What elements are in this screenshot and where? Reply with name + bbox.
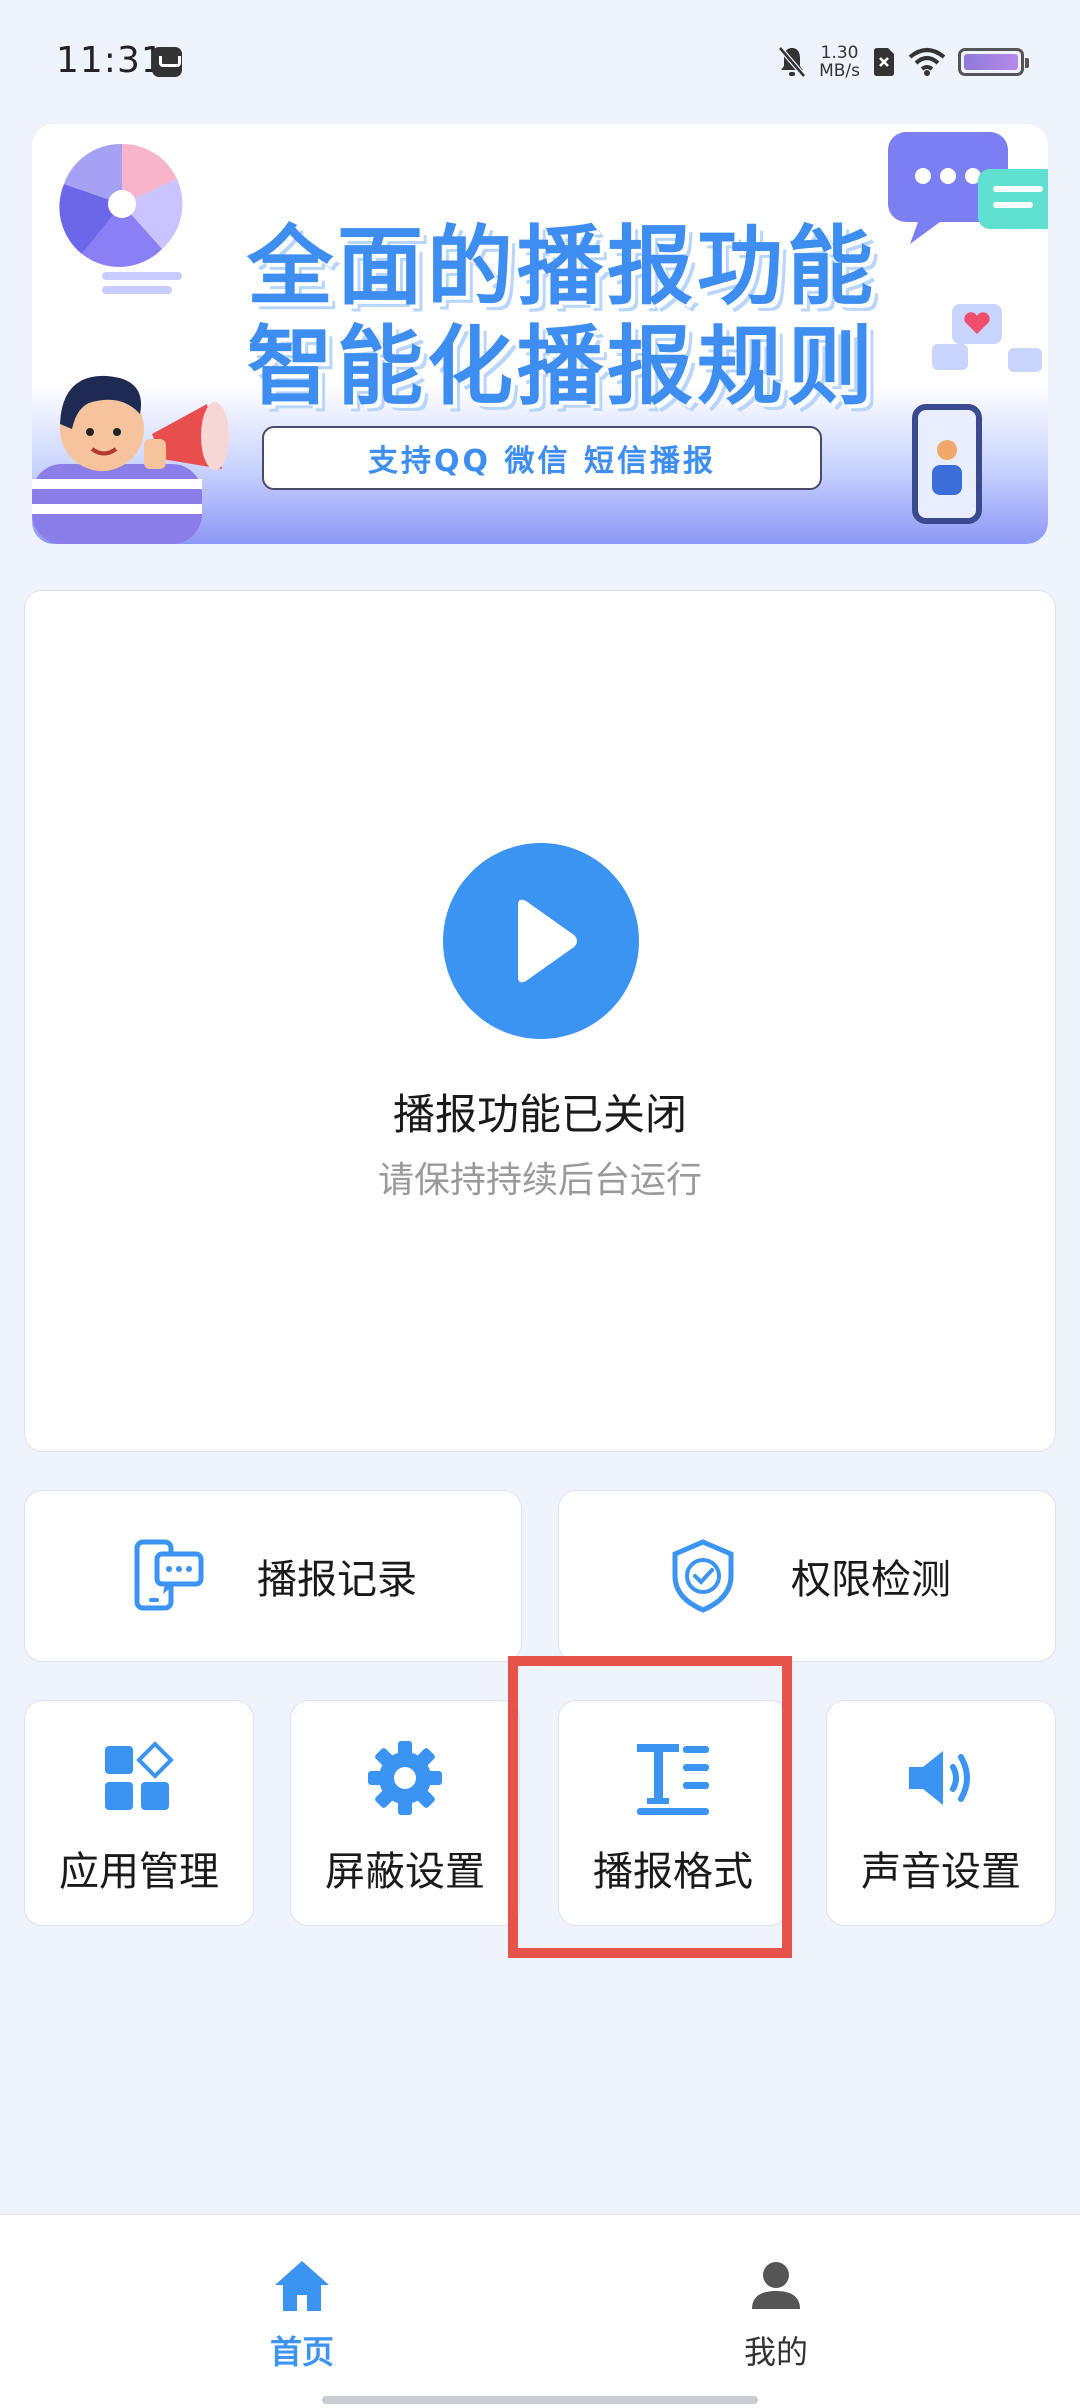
- network-speed-unit: MB/s: [819, 61, 860, 81]
- nav-home-label: 首页: [269, 2333, 334, 2371]
- battery-icon: [958, 48, 1029, 76]
- home-icon: [202, 2257, 402, 2315]
- shield-check-icon: [663, 1536, 743, 1616]
- fan-illustration: [59, 143, 183, 294]
- block-settings-button[interactable]: 屏蔽设置: [290, 1700, 520, 1926]
- sound-settings-button[interactable]: 声音设置: [826, 1700, 1056, 1926]
- megaphone-character-illustration: [32, 375, 229, 544]
- broadcast-log-button[interactable]: 播报记录: [24, 1490, 522, 1662]
- bell-muted-icon: [778, 46, 806, 78]
- home-indicator[interactable]: [322, 2396, 758, 2404]
- wifi-icon: [908, 48, 946, 76]
- nav-mine-label: 我的: [743, 2333, 808, 2371]
- status-bar: 11:31 1.30 MB/s: [0, 0, 1080, 124]
- banner-headline-2: 智能化播报规则: [247, 317, 877, 417]
- chat-phone-icon: [129, 1536, 209, 1616]
- banner-tagline: 支持QQ 微信 短信播报: [262, 426, 822, 490]
- screen: 11:31 1.30 MB/s 全面的播报功能 智能化播报规则 支持QQ 微信 …: [0, 0, 1080, 2408]
- nav-home-tab[interactable]: 首页: [202, 2257, 402, 2371]
- app-management-label: 应用管理: [59, 1849, 219, 1895]
- apps-grid-icon: [25, 1739, 253, 1817]
- broadcast-status-card: 播报功能已关闭 请保持持续后台运行: [24, 590, 1056, 1452]
- status-time: 11:31: [56, 40, 165, 81]
- nav-mine-tab[interactable]: 我的: [676, 2257, 876, 2371]
- broadcast-status-title: 播报功能已关闭: [392, 1090, 687, 1139]
- promo-banner[interactable]: 全面的播报功能 智能化播报规则 支持QQ 微信 短信播报: [32, 124, 1048, 544]
- sound-settings-label: 声音设置: [861, 1849, 1021, 1895]
- broadcast-status-hint: 请保持持续后台运行: [377, 1160, 702, 1201]
- network-speed-value: 1.30: [820, 43, 859, 63]
- battery-level: [964, 54, 1018, 70]
- app-management-button[interactable]: 应用管理: [24, 1700, 254, 1926]
- message-notification-icon: [152, 47, 182, 77]
- broadcast-log-label: 播报记录: [257, 1557, 417, 1603]
- status-icons: 1.30 MB/s: [777, 40, 1029, 84]
- play-button[interactable]: [443, 843, 639, 1039]
- user-icon: [676, 2257, 876, 2315]
- block-settings-label: 屏蔽设置: [325, 1849, 485, 1895]
- bottom-nav: 首页 我的: [0, 2214, 1080, 2408]
- phone-illustration: [912, 404, 982, 524]
- heart-bubble-illustration: [932, 304, 1042, 372]
- permission-check-label: 权限检测: [791, 1557, 951, 1603]
- speaker-icon: [827, 1739, 1055, 1817]
- network-speed: 1.30 MB/s: [819, 44, 860, 80]
- play-icon: [518, 899, 577, 983]
- highlight-box: [508, 1656, 792, 1958]
- permission-check-button[interactable]: 权限检测: [558, 1490, 1056, 1662]
- gear-icon: [291, 1739, 519, 1817]
- sim-disabled-icon: [874, 48, 894, 76]
